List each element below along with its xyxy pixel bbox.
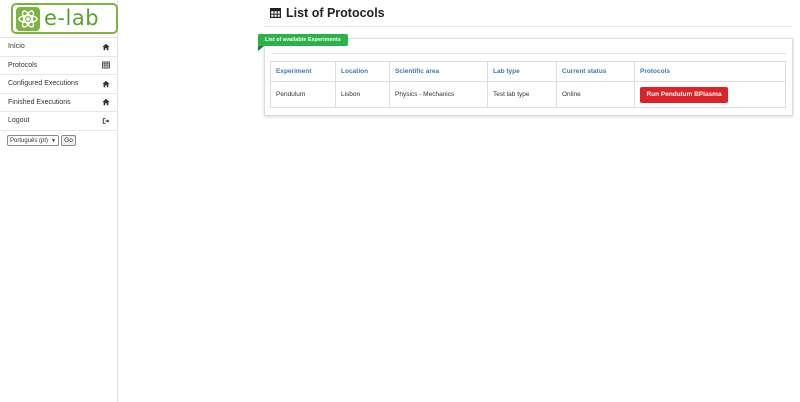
- language-selected: Português (pt): [10, 137, 49, 144]
- table-icon: [270, 8, 281, 18]
- elab-logo[interactable]: e-lab: [11, 3, 118, 34]
- column-header-protocols: Protocols: [634, 61, 786, 82]
- cell-protocols: Run Pendulum BPlasma: [634, 81, 786, 108]
- panel-label-tail: [258, 46, 264, 51]
- home-icon: [102, 99, 110, 106]
- page-title: List of Protocols: [270, 6, 385, 20]
- column-header-lab-type: Lab type: [487, 61, 557, 82]
- sidebar-item-label: Configured Executions: [8, 80, 79, 88]
- language-select[interactable]: Português (pt) ▼: [7, 135, 59, 146]
- sidebar-item-label: Início: [8, 43, 25, 51]
- sign-out-icon: [102, 117, 110, 124]
- home-icon: [102, 80, 110, 87]
- home-icon: [102, 43, 110, 50]
- sidebar-item-label: Finished Executions: [8, 98, 71, 106]
- sidebar-item-inicio[interactable]: Início: [0, 38, 118, 57]
- cell-scientific-area: Physics - Mechanics: [389, 81, 488, 108]
- panel-divider: [271, 53, 786, 54]
- sidebar-nav: Início Protocols Configured Executions F…: [0, 38, 118, 131]
- chevron-down-icon: ▼: [51, 137, 56, 144]
- run-protocol-button[interactable]: Run Pendulum BPlasma: [640, 86, 728, 103]
- logo-area: e-lab: [0, 0, 118, 38]
- cell-lab-type: Test lab type: [487, 81, 557, 108]
- go-button[interactable]: Go: [61, 135, 76, 146]
- atom-logo-icon: [16, 6, 40, 31]
- cell-experiment: Pendulum: [270, 81, 336, 108]
- sidebar-item-protocols[interactable]: Protocols: [0, 57, 118, 75]
- page-title-text: List of Protocols: [286, 6, 385, 20]
- language-form: Português (pt) ▼ Go: [7, 135, 76, 146]
- sidebar-item-configured-executions[interactable]: Configured Executions: [0, 75, 118, 94]
- table-row: Pendulum Lisbon Physics - Mechanics Test…: [270, 81, 786, 108]
- column-header-scientific-area: Scientific area: [389, 61, 488, 82]
- cell-status: Online: [556, 81, 635, 108]
- sidebar-item-logout[interactable]: Logout: [0, 112, 118, 131]
- table-icon: [102, 61, 110, 69]
- sidebar: e-lab Início Protocols Configured Execut…: [0, 0, 118, 402]
- column-header-location: Location: [335, 61, 390, 82]
- title-divider: [264, 26, 792, 27]
- brand-name: e-lab: [44, 6, 100, 30]
- cell-location: Lisbon: [335, 81, 390, 108]
- sidebar-item-finished-executions[interactable]: Finished Executions: [0, 94, 118, 112]
- sidebar-item-label: Logout: [8, 117, 30, 125]
- sidebar-item-label: Protocols: [8, 61, 38, 69]
- column-header-experiment: Experiment: [270, 61, 336, 82]
- table-header-row: Experiment Location Scientific area Lab …: [270, 61, 786, 82]
- panel-label: List of available Experiments: [258, 34, 348, 46]
- column-header-current-status: Current status: [556, 61, 635, 82]
- protocols-table: Experiment Location Scientific area Lab …: [270, 61, 786, 108]
